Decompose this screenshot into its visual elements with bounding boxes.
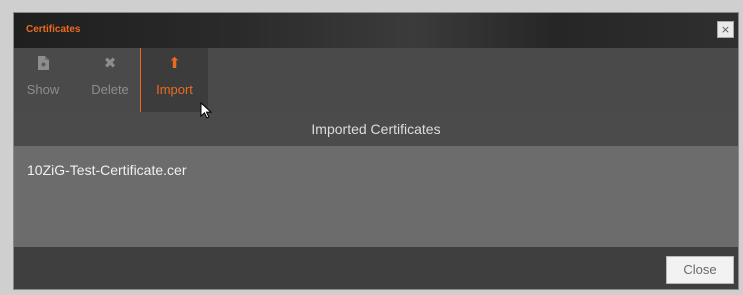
upload-arrow-icon: ⬆ (168, 55, 181, 72)
delete-button[interactable]: ✖ Delete (81, 48, 139, 112)
delete-label: Delete (91, 82, 129, 97)
import-label: Import (156, 82, 193, 97)
certificates-dialog: Certificates × Show ✖ Delete ⬆ Import Im… (13, 12, 739, 290)
close-icon[interactable]: × (717, 21, 734, 38)
list-header: Imported Certificates (14, 112, 738, 146)
dialog-title: Certificates (26, 24, 81, 35)
document-icon (14, 55, 72, 73)
list-item[interactable]: 10ZiG-Test-Certificate.cer (27, 162, 186, 178)
show-label: Show (26, 82, 60, 97)
import-button[interactable]: ⬆ Import (140, 48, 208, 112)
title-bar[interactable]: Certificates × (14, 13, 738, 48)
dialog-footer: Close (14, 247, 738, 289)
toolbar: Show ✖ Delete ⬆ Import (14, 48, 738, 112)
delete-x-icon: ✖ (103, 55, 117, 72)
mouse-cursor-icon (200, 102, 212, 119)
certificate-list[interactable]: 10ZiG-Test-Certificate.cer (14, 146, 738, 247)
show-button[interactable]: Show (14, 48, 72, 112)
close-button[interactable]: Close (666, 256, 734, 284)
